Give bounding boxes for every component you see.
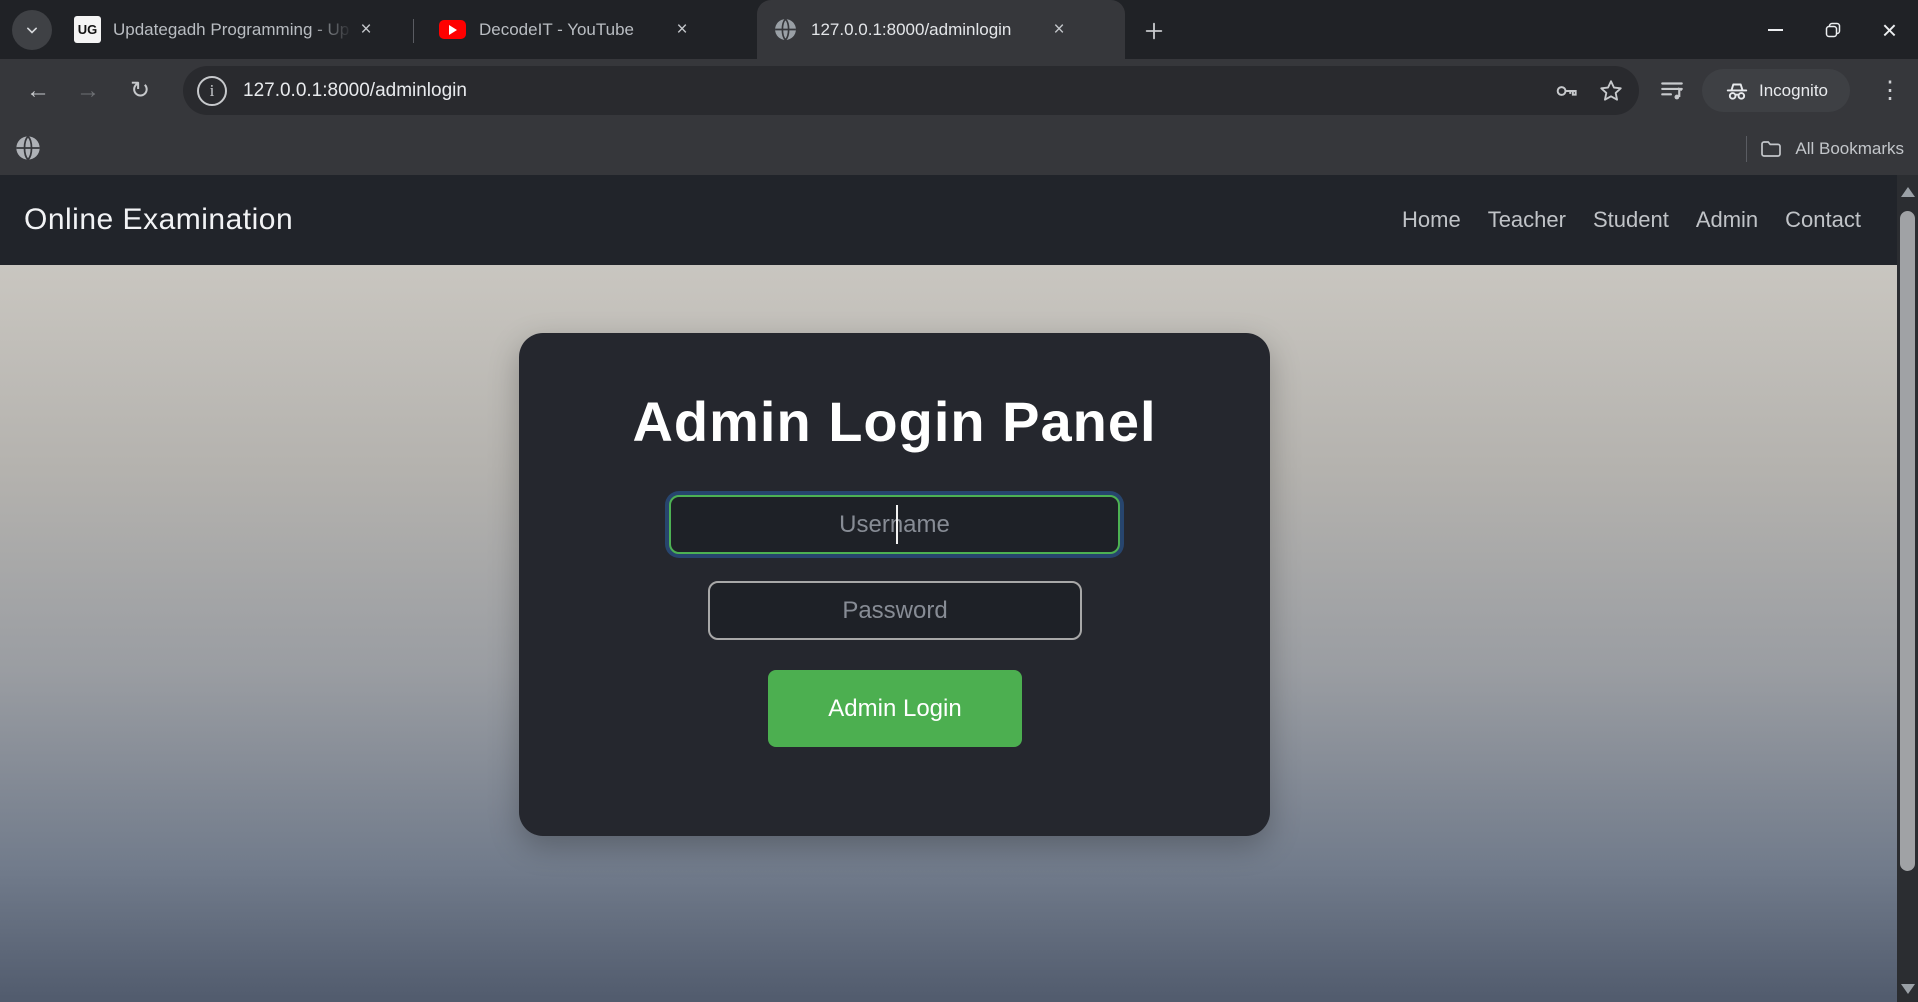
nav-link-teacher[interactable]: Teacher <box>1488 207 1566 233</box>
media-controls-button[interactable] <box>1650 68 1694 112</box>
tab-close-icon[interactable]: × <box>353 17 379 43</box>
window-minimize-button[interactable] <box>1747 0 1804 59</box>
forward-button[interactable]: → <box>64 59 112 122</box>
login-title: Admin Login Panel <box>519 389 1270 454</box>
tab-close-icon[interactable]: × <box>669 17 695 43</box>
incognito-icon <box>1724 78 1750 104</box>
bookmarks-divider <box>1746 136 1747 162</box>
restore-icon <box>1825 22 1841 38</box>
password-input[interactable] <box>708 581 1082 640</box>
site-info-icon[interactable]: i <box>197 76 227 106</box>
tab-divider <box>413 19 414 43</box>
browser-toolbar: ← → ↻ i 127.0.0.1:8000/adminlogin <box>0 59 1918 122</box>
nav-link-student[interactable]: Student <box>1593 207 1669 233</box>
minimize-icon <box>1768 29 1783 31</box>
admin-login-card: Admin Login Panel Admin Login <box>519 333 1270 836</box>
tab-decodeit[interactable]: DecodeIT - YouTube × <box>425 0 760 59</box>
site-navbar: Online Examination Home Teacher Student … <box>0 175 1897 265</box>
back-button[interactable]: ← <box>14 59 62 122</box>
close-icon: × <box>1882 17 1897 43</box>
window-restore-button[interactable] <box>1804 0 1861 59</box>
tab-close-icon[interactable]: × <box>1046 17 1072 43</box>
bookmarks-bar: All Bookmarks <box>0 122 1918 175</box>
browser-menu-button[interactable]: ⋮ <box>1868 67 1912 113</box>
plus-icon <box>1143 20 1165 42</box>
incognito-label: Incognito <box>1759 81 1828 101</box>
reload-button[interactable]: ↻ <box>116 59 164 122</box>
incognito-badge: Incognito <box>1702 69 1850 112</box>
scroll-up-arrow-icon[interactable] <box>1901 187 1915 197</box>
all-bookmarks-label: All Bookmarks <box>1795 139 1904 159</box>
site-nav-links: Home Teacher Student Admin Contact <box>1402 207 1861 233</box>
page-background: Admin Login Panel Admin Login <box>0 265 1897 1002</box>
tab-updategadh[interactable]: UG Updategadh Programming - Up × <box>60 0 405 59</box>
page-scrollbar[interactable] <box>1897 175 1918 1002</box>
address-bar[interactable]: i 127.0.0.1:8000/adminlogin <box>183 66 1639 115</box>
tab-adminlogin-active[interactable]: 127.0.0.1:8000/adminlogin × <box>757 0 1125 59</box>
nav-link-contact[interactable]: Contact <box>1785 207 1861 233</box>
globe-favicon-icon <box>773 17 798 42</box>
text-caret <box>896 505 898 544</box>
password-manager-key-icon[interactable] <box>1545 69 1589 113</box>
youtube-favicon-icon <box>439 20 466 39</box>
page-viewport: Online Examination Home Teacher Student … <box>0 175 1918 1002</box>
username-input[interactable] <box>669 495 1120 554</box>
chevron-down-icon <box>22 20 42 40</box>
url-text[interactable]: 127.0.0.1:8000/adminlogin <box>243 80 1545 102</box>
window-controls: × <box>1747 0 1918 59</box>
new-tab-button[interactable] <box>1138 15 1170 47</box>
bookmark-globe-icon[interactable] <box>14 134 42 162</box>
scrollbar-thumb[interactable] <box>1900 211 1915 871</box>
nav-link-home[interactable]: Home <box>1402 207 1461 233</box>
updategadh-favicon-icon: UG <box>74 16 101 43</box>
window-close-button[interactable]: × <box>1861 0 1918 59</box>
scroll-down-arrow-icon[interactable] <box>1901 984 1915 994</box>
nav-link-admin[interactable]: Admin <box>1696 207 1758 233</box>
youtube-play-icon <box>449 25 457 35</box>
bookmark-star-icon[interactable] <box>1589 69 1633 113</box>
folder-icon <box>1759 137 1783 161</box>
tab-search-button[interactable] <box>12 10 52 50</box>
site-brand[interactable]: Online Examination <box>24 203 293 237</box>
tab-strip: UG Updategadh Programming - Up × DecodeI… <box>0 0 1918 59</box>
all-bookmarks-button[interactable]: All Bookmarks <box>1746 122 1904 175</box>
admin-login-button[interactable]: Admin Login <box>768 670 1022 747</box>
tab-title: Updategadh Programming - Up <box>113 20 353 40</box>
tab-title: DecodeIT - YouTube <box>479 20 669 40</box>
tab-title: 127.0.0.1:8000/adminlogin <box>811 20 1046 40</box>
media-playlist-icon <box>1659 77 1685 103</box>
username-field-wrapper <box>669 495 1120 554</box>
